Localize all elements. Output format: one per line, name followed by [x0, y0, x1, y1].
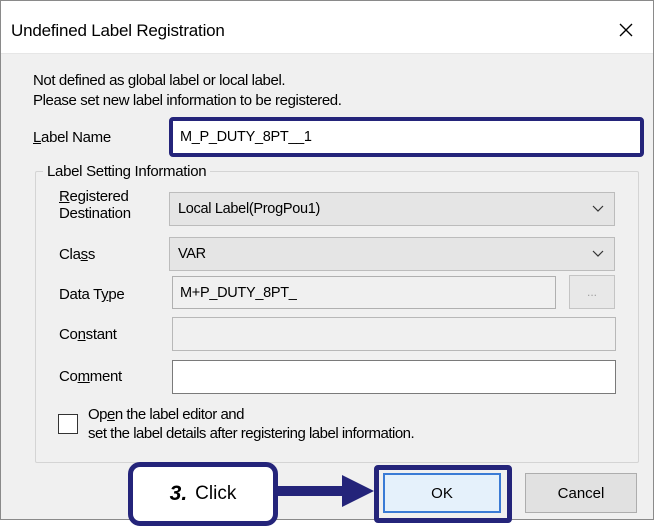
cancel-button[interactable]: Cancel	[525, 473, 637, 513]
comment-input[interactable]	[172, 360, 616, 394]
constant-label-accel: n	[77, 326, 86, 343]
chevron-down-icon	[592, 250, 604, 257]
close-icon	[619, 23, 633, 37]
constant-label: Constant	[59, 326, 117, 343]
data-type-value: M+P_DUTY_8PT_	[180, 284, 297, 301]
label-name-label-accel: L	[33, 129, 42, 146]
step-callout: 3. Click	[128, 462, 278, 526]
constant-input	[172, 317, 616, 351]
cancel-label: Cancel	[557, 484, 605, 502]
class-select[interactable]: VAR	[169, 237, 615, 271]
data-type-label: Data Type	[59, 286, 125, 303]
message-line-1: Not defined as global label or local lab…	[33, 72, 286, 89]
open-editor-line-1: Open the label editor and	[88, 405, 414, 424]
class-label-accel: s	[80, 246, 89, 263]
label-name-label-rest: abel Name	[41, 129, 111, 146]
message-line-2: Please set new label information to be r…	[33, 92, 342, 109]
open-editor-checkbox[interactable]	[58, 414, 78, 434]
label-registration-dialog: Undefined Label Registration Not defined…	[0, 0, 654, 526]
open-editor-l1-pre: Op	[88, 406, 108, 423]
window-title: Undefined Label Registration	[11, 21, 225, 40]
group-title: Label Setting Information	[43, 163, 211, 180]
registered-destination-label: Registered Destination	[59, 188, 131, 222]
registered-destination-value: Local Label(ProgPou1)	[178, 201, 321, 217]
label-name-input[interactable]: M_P_DUTY_8PT__1	[169, 117, 644, 157]
comment-label-accel: m	[77, 368, 91, 385]
class-label-rest: s	[87, 246, 96, 263]
class-value: VAR	[178, 246, 206, 262]
info-message: Not defined as global label or local lab…	[33, 71, 342, 111]
registered-destination-l2: Destination	[59, 205, 131, 222]
step-text: Click	[195, 483, 237, 504]
registered-destination-select[interactable]: Local Label(ProgPou1)	[169, 192, 615, 226]
right-arrow-icon	[276, 475, 374, 507]
step-number: 3.	[169, 482, 188, 505]
chevron-down-icon	[592, 205, 604, 212]
ok-label: OK	[431, 484, 453, 502]
open-editor-l1-rest: n the label editor and	[114, 406, 245, 423]
data-type-browse-button[interactable]: ...	[569, 275, 615, 309]
data-type-label-pre: Data T	[59, 286, 102, 303]
open-editor-line-2: set the label details after registering …	[88, 425, 415, 442]
browse-label: ...	[586, 285, 597, 299]
registered-destination-accel: R	[59, 188, 70, 205]
comment-label: Comment	[59, 368, 122, 385]
open-editor-accel: e	[107, 406, 115, 423]
label-name-value: M_P_DUTY_8PT__1	[180, 129, 312, 145]
comment-label-rest: ment	[89, 368, 122, 385]
registered-destination-l1: egistered	[69, 188, 129, 205]
open-editor-label: Open the label editor and set the label …	[88, 405, 415, 443]
close-button[interactable]	[609, 13, 643, 47]
label-name-label: Label Name	[33, 129, 111, 146]
data-type-label-rest: pe	[108, 286, 125, 303]
class-label-pre: Cla	[59, 246, 81, 263]
data-type-field[interactable]: M+P_DUTY_8PT_	[172, 276, 556, 309]
constant-label-rest: stant	[85, 326, 117, 343]
comment-label-pre: Co	[59, 368, 78, 385]
title-bar: Undefined Label Registration	[1, 1, 653, 54]
class-label: Class	[59, 246, 95, 263]
constant-label-pre: Co	[59, 326, 78, 343]
ok-button[interactable]: OK	[383, 473, 501, 513]
